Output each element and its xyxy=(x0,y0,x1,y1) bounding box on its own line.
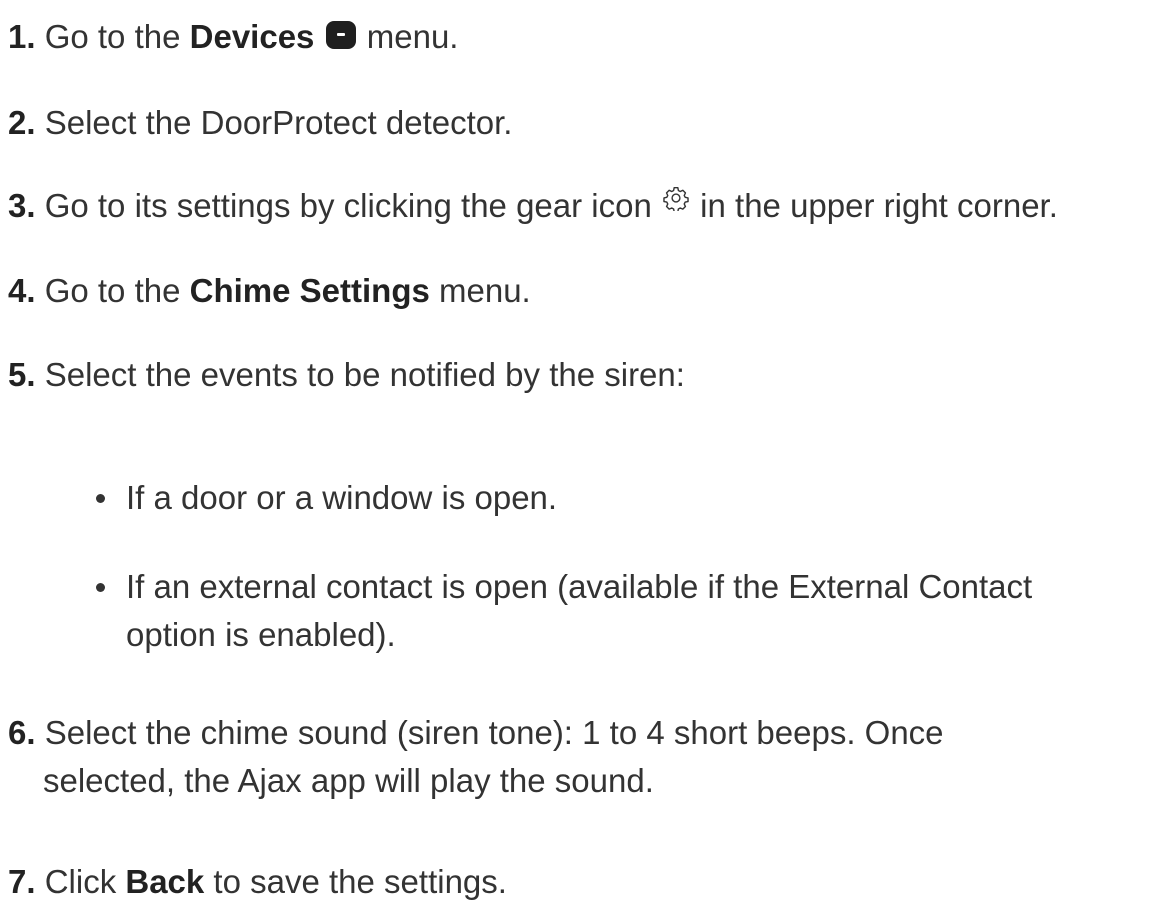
step-1: 1. Go to the Devices menu. xyxy=(8,13,458,61)
step-number: 4. xyxy=(8,272,36,309)
back-button-label: Back xyxy=(125,863,205,900)
chime-settings-label: Chime Settings xyxy=(189,272,430,309)
instructions-document: 1. Go to the Devices menu. 2. Select the… xyxy=(0,0,1171,901)
step-7: 7. Click Back to save the settings. xyxy=(8,858,507,906)
step-number: 7. xyxy=(8,863,36,900)
step-number: 6. xyxy=(8,714,36,751)
step-text: Select the DoorProtect detector. xyxy=(44,104,513,141)
list-item-text: If an external contact is open (availabl… xyxy=(126,568,1033,605)
step-text: in the upper right corner. xyxy=(691,187,1058,224)
step-number: 5. xyxy=(8,356,36,393)
step-number: 2. xyxy=(8,104,36,141)
step-text: Go to the xyxy=(44,272,190,309)
list-item-text: option is enabled). xyxy=(126,616,396,653)
list-item-text: If a door or a window is open. xyxy=(126,479,558,516)
step-line: 6. Select the chime sound (siren tone): … xyxy=(8,709,1058,757)
step-text: Select the chime sound (siren tone): 1 t… xyxy=(44,714,944,751)
devices-icon xyxy=(325,21,356,49)
step-text: Go to its settings by clicking the gear … xyxy=(44,187,662,224)
bullet-dot xyxy=(96,494,105,503)
list-item-text-block: If an external contact is open (availabl… xyxy=(126,563,1126,659)
step-4: 4. Go to the Chime Settings menu. xyxy=(8,267,531,315)
gear-icon xyxy=(663,187,689,211)
step-text: to save the settings. xyxy=(204,863,507,900)
step-text: Go to the xyxy=(44,18,190,55)
step-text: Click xyxy=(44,863,126,900)
step-number: 1. xyxy=(8,18,36,55)
step-number: 3. xyxy=(8,187,36,224)
devices-menu-label: Devices xyxy=(189,18,315,55)
step-text: selected, the Ajax app will play the sou… xyxy=(43,762,654,799)
step-text: Select the events to be notified by the … xyxy=(44,356,685,393)
step-5: 5. Select the events to be notified by t… xyxy=(8,351,685,399)
step-text: menu. xyxy=(357,18,459,55)
step-3: 3. Go to its settings by clicking the ge… xyxy=(8,182,1058,230)
step-6: 6. Select the chime sound (siren tone): … xyxy=(8,709,1058,805)
bullet-dot xyxy=(96,583,105,592)
step-text: menu. xyxy=(429,272,531,309)
step-2: 2. Select the DoorProtect detector. xyxy=(8,99,512,147)
